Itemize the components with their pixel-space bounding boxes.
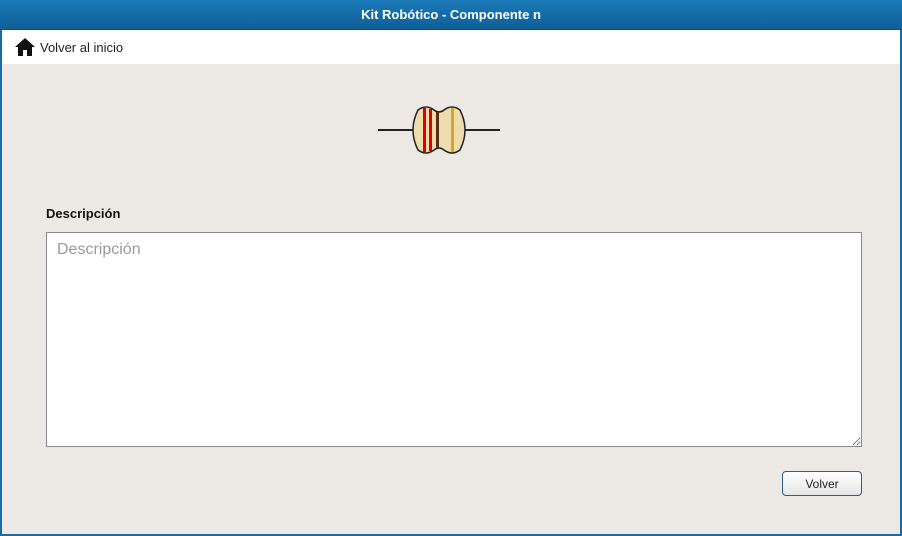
window-title: Kit Robótico - Componente n	[361, 7, 541, 22]
resistor-band	[436, 112, 439, 148]
description-label: Descripción	[46, 206, 121, 221]
resistor-band	[423, 108, 426, 152]
back-button[interactable]: Volver	[782, 471, 862, 496]
app-window: Kit Robótico - Componente n Volver al in…	[0, 0, 902, 536]
home-link-label: Volver al inicio	[40, 39, 124, 55]
home-link[interactable]: Volver al inicio	[2, 30, 900, 64]
resistor-image	[378, 106, 500, 154]
resistor-band	[429, 109, 432, 151]
home-icon	[14, 37, 36, 57]
title-bar: Kit Robótico - Componente n	[0, 0, 902, 30]
resistor-band	[451, 108, 454, 152]
description-textarea[interactable]	[46, 232, 862, 447]
